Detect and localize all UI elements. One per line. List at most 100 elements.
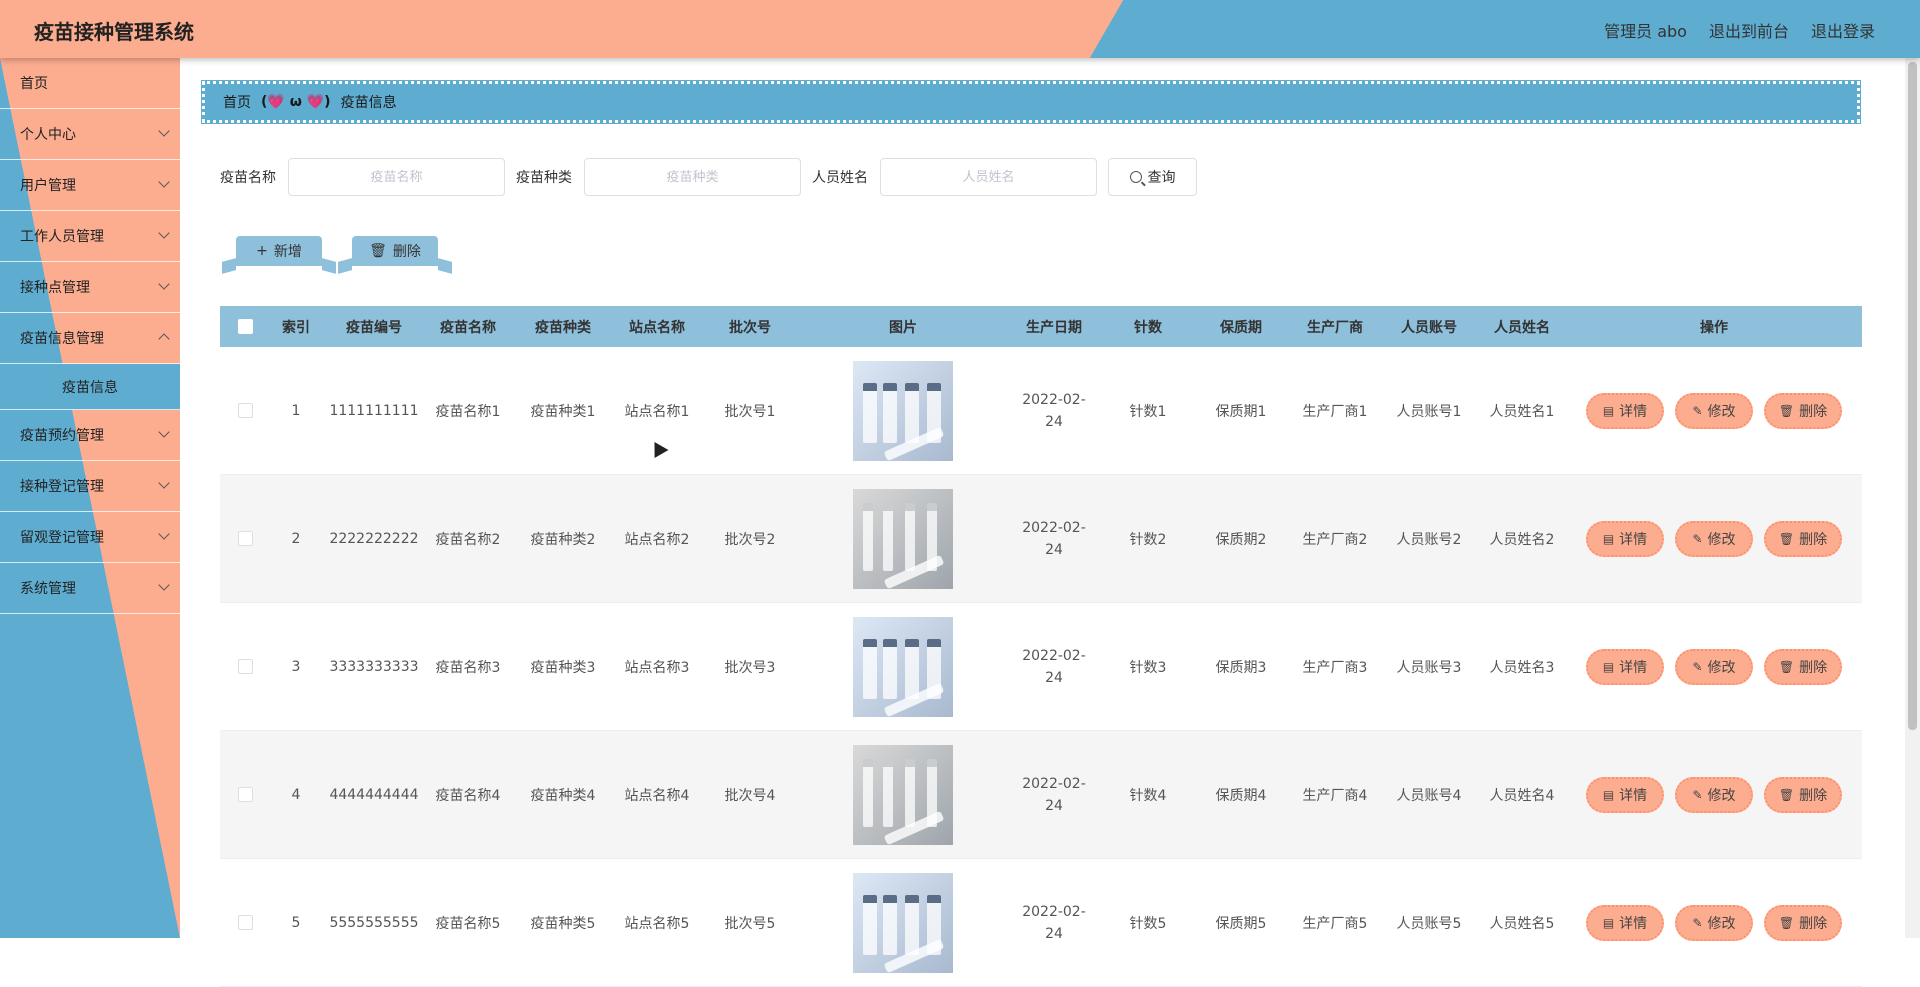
cell-person: 人员姓名5 bbox=[1489, 915, 1555, 932]
cell-batch: 批次号5 bbox=[724, 915, 776, 932]
vial-shape bbox=[883, 894, 897, 955]
edit-label: 修改 bbox=[1707, 403, 1736, 420]
cell-index: 5 bbox=[291, 914, 301, 931]
cell-code: 4444444444 bbox=[329, 786, 419, 803]
vaccine-image[interactable] bbox=[853, 360, 953, 461]
edit-label: 修改 bbox=[1707, 531, 1736, 548]
col-header-code: 疫苗编号 bbox=[346, 319, 402, 336]
row-select-cell bbox=[220, 787, 270, 803]
row-checkbox[interactable] bbox=[237, 531, 253, 546]
vaccine-name-input[interactable] bbox=[288, 158, 505, 196]
row-select-cell bbox=[220, 659, 270, 675]
chevron-down-icon bbox=[158, 579, 170, 591]
document-icon: ▤ bbox=[1602, 659, 1615, 674]
cell-code: 2222222222 bbox=[329, 530, 419, 547]
detail-label: 详情 bbox=[1619, 787, 1648, 804]
sidebar-item-appointment-management[interactable]: 疫苗预约管理 bbox=[0, 410, 180, 461]
sidebar-subitem-vaccine-info[interactable]: 疫苗信息 bbox=[0, 364, 180, 410]
row-actions: ▤ 详情 ✎ 修改 🗑 删除 bbox=[1566, 520, 1862, 557]
sidebar-item-system-management[interactable]: 系统管理 bbox=[0, 563, 180, 614]
cell-shelf-life: 保质期1 bbox=[1215, 403, 1267, 420]
detail-button[interactable]: ▤ 详情 bbox=[1586, 392, 1664, 429]
vial-shape bbox=[863, 382, 877, 443]
detail-button[interactable]: ▤ 详情 bbox=[1586, 904, 1664, 941]
delete-button[interactable]: 🗑 删除 bbox=[1764, 392, 1842, 429]
query-button[interactable]: 查询 bbox=[1108, 158, 1197, 196]
col-header-doses: 针数 bbox=[1134, 319, 1162, 336]
search-bar: 疫苗名称 疫苗种类 人员姓名 查询 bbox=[220, 158, 1197, 196]
delete-button[interactable]: 🗑 删除 bbox=[1764, 520, 1842, 557]
sidebar-item-personal-center[interactable]: 个人中心 bbox=[0, 109, 180, 160]
vial-shape bbox=[883, 638, 897, 699]
cell-doses: 针数5 bbox=[1129, 915, 1167, 932]
header-links: 管理员 abo 退出到前台 退出登录 bbox=[1604, 18, 1875, 42]
sidebar-item-observation-registration[interactable]: 留观登记管理 bbox=[0, 512, 180, 563]
batch-delete-button[interactable]: 🗑 删除 bbox=[352, 236, 438, 266]
row-checkbox[interactable] bbox=[237, 659, 253, 674]
app-title: 疫苗接种管理系统 bbox=[34, 20, 194, 44]
cell-name: 疫苗名称1 bbox=[435, 403, 501, 420]
breadcrumb-home[interactable]: 首页 bbox=[223, 92, 251, 112]
detail-button[interactable]: ▤ 详情 bbox=[1586, 648, 1664, 685]
trash-icon: 🗑 bbox=[1778, 915, 1795, 930]
cell-name: 疫苗名称2 bbox=[435, 531, 501, 548]
detail-label: 详情 bbox=[1619, 915, 1648, 932]
breadcrumb-current: 疫苗信息 bbox=[340, 95, 397, 111]
sidebar-item-label: 系统管理 bbox=[20, 581, 76, 597]
delete-button[interactable]: 🗑 删除 bbox=[1764, 904, 1842, 941]
vaccine-type-input[interactable] bbox=[584, 158, 801, 196]
scrollbar-thumb[interactable] bbox=[1908, 62, 1917, 730]
add-button-label: 新增 bbox=[273, 244, 302, 260]
cell-person: 人员姓名4 bbox=[1489, 787, 1555, 804]
row-checkbox[interactable] bbox=[237, 915, 253, 930]
detail-label: 详情 bbox=[1619, 659, 1648, 676]
sidebar-item-staff-management[interactable]: 工作人员管理 bbox=[0, 211, 180, 262]
cell-image bbox=[802, 360, 1004, 461]
edit-button[interactable]: ✎ 修改 bbox=[1675, 648, 1753, 685]
cell-index: 3 bbox=[291, 658, 301, 675]
logout-link[interactable]: 退出登录 bbox=[1811, 18, 1875, 42]
sidebar-item-label: 个人中心 bbox=[20, 127, 76, 143]
add-button[interactable]: + 新增 bbox=[236, 236, 322, 266]
table-body: 1 1111111111 疫苗名称1 疫苗种类1 站点名称1 批次号1 2022… bbox=[220, 347, 1862, 987]
select-all-checkbox[interactable] bbox=[237, 319, 253, 334]
vaccine-image[interactable] bbox=[853, 616, 953, 717]
vial-shape bbox=[883, 382, 897, 443]
col-header-person: 人员姓名 bbox=[1494, 319, 1550, 336]
col-header-type: 疫苗种类 bbox=[535, 319, 591, 336]
vaccine-image[interactable] bbox=[853, 872, 953, 973]
person-name-input[interactable] bbox=[880, 158, 1097, 196]
vaccine-image[interactable] bbox=[853, 744, 953, 845]
front-page-link[interactable]: 退出到前台 bbox=[1709, 18, 1789, 42]
sidebar-item-vaccination-registration[interactable]: 接种登记管理 bbox=[0, 461, 180, 512]
cell-ops: ▤ 详情 ✎ 修改 🗑 删除 bbox=[1566, 776, 1862, 813]
detail-button[interactable]: ▤ 详情 bbox=[1586, 776, 1664, 813]
cell-image bbox=[802, 488, 1004, 589]
row-actions: ▤ 详情 ✎ 修改 🗑 删除 bbox=[1566, 904, 1862, 941]
cell-code: 1111111111 bbox=[329, 402, 419, 419]
page-scrollbar[interactable] bbox=[1905, 58, 1920, 938]
vaccine-image[interactable] bbox=[853, 488, 953, 589]
person-name-label: 人员姓名 bbox=[812, 170, 868, 186]
edit-button[interactable]: ✎ 修改 bbox=[1675, 520, 1753, 557]
delete-button[interactable]: 🗑 删除 bbox=[1764, 648, 1842, 685]
edit-button[interactable]: ✎ 修改 bbox=[1675, 392, 1753, 429]
edit-button[interactable]: ✎ 修改 bbox=[1675, 776, 1753, 813]
col-header-date: 生产日期 bbox=[1026, 319, 1082, 336]
delete-button[interactable]: 🗑 删除 bbox=[1764, 776, 1842, 813]
sidebar-item-user-management[interactable]: 用户管理 bbox=[0, 160, 180, 211]
row-checkbox[interactable] bbox=[237, 403, 253, 418]
row-checkbox[interactable] bbox=[237, 787, 253, 802]
detail-button[interactable]: ▤ 详情 bbox=[1586, 520, 1664, 557]
cell-doses: 针数4 bbox=[1129, 787, 1167, 804]
cell-date: 2022-02-24 bbox=[1004, 517, 1104, 561]
cell-index: 4 bbox=[291, 786, 301, 803]
sidebar-item-label: 接种登记管理 bbox=[20, 479, 104, 495]
sidebar-item-home[interactable]: 首页 bbox=[0, 58, 180, 109]
edit-button[interactable]: ✎ 修改 bbox=[1675, 904, 1753, 941]
cell-site: 站点名称3 bbox=[624, 659, 690, 676]
cell-person: 人员姓名1 bbox=[1489, 403, 1555, 420]
document-icon: ▤ bbox=[1602, 915, 1615, 930]
sidebar-item-vaccine-info-management[interactable]: 疫苗信息管理 bbox=[0, 313, 180, 364]
sidebar-item-site-management[interactable]: 接种点管理 bbox=[0, 262, 180, 313]
